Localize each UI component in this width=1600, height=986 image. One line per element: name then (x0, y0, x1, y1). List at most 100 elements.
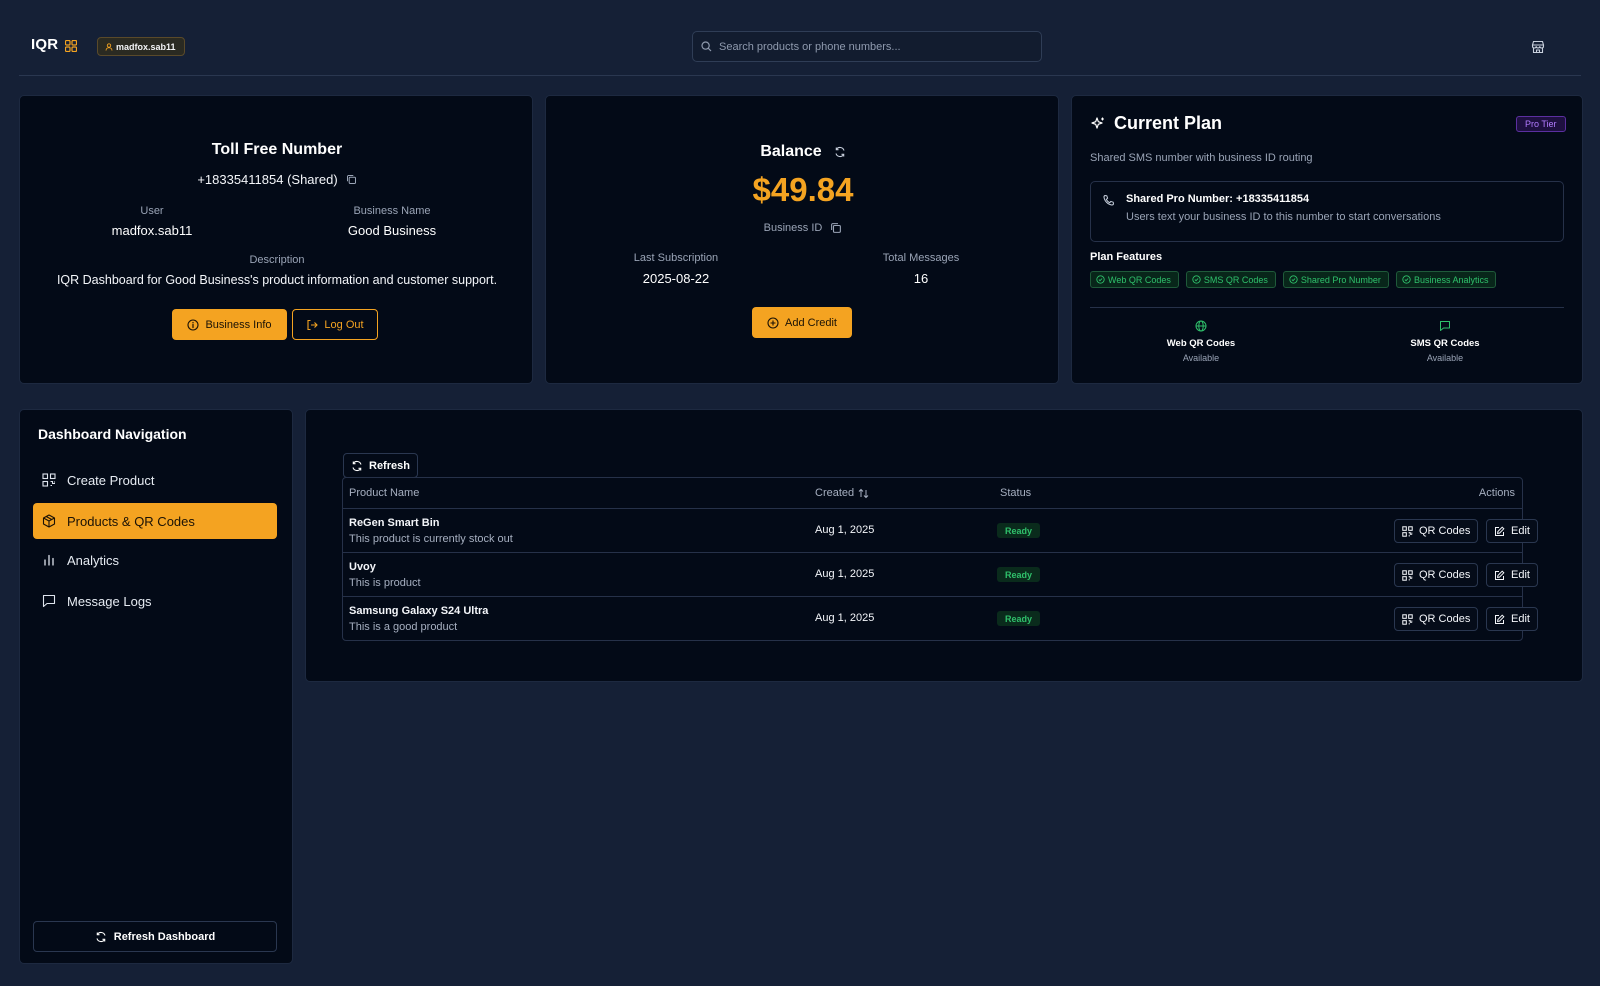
column-header-product-name: Product Name (349, 487, 420, 499)
username-label: madfox.sab11 (116, 41, 176, 52)
edit-icon (1494, 525, 1505, 537)
feature-chip: Shared Pro Number (1282, 271, 1389, 288)
toll-free-number: +18335411854 (Shared) (197, 172, 338, 187)
toll-free-title: Toll Free Number (211, 141, 343, 158)
qr-icon (42, 473, 56, 487)
info-icon (187, 318, 200, 331)
sort-icon (858, 488, 869, 499)
qr-icon (1402, 569, 1413, 581)
feature-chip: SMS QR Codes (1185, 271, 1276, 288)
product-description: This is a good product (349, 621, 458, 633)
copy-icon[interactable] (830, 222, 842, 234)
logout-button[interactable]: Log Out (292, 309, 378, 340)
qr-codes-button[interactable]: QR Codes (1394, 563, 1479, 587)
refresh-icon[interactable] (834, 146, 846, 158)
search-icon (701, 41, 712, 52)
nav-item-products-qr-codes[interactable]: Products & QR Codes (33, 503, 277, 539)
status-badge: Ready (997, 523, 1041, 538)
check-circle-icon (1402, 275, 1411, 284)
description-label: Description (249, 254, 305, 266)
business-id-label: Business ID (763, 222, 823, 234)
refresh-icon (95, 931, 107, 943)
pro-tier-badge: Pro Tier (1516, 116, 1566, 132)
sms-qr-status: Available (1426, 353, 1464, 363)
globe-icon (1195, 320, 1207, 332)
app-logo[interactable]: IQR (31, 36, 58, 53)
shared-number-box: Shared Pro Number: +18335411854 Users te… (1090, 181, 1564, 242)
feature-chip: Business Analytics (1395, 271, 1497, 288)
product-created-date: Aug 1, 2025 (815, 568, 875, 580)
store-icon[interactable] (1531, 40, 1545, 54)
plan-subtitle: Shared SMS number with business ID routi… (1090, 152, 1313, 164)
nav-item-message-logs[interactable]: Message Logs (33, 583, 277, 619)
qr-codes-button[interactable]: QR Codes (1394, 519, 1479, 543)
qr-icon (1402, 613, 1413, 625)
nav-item-analytics[interactable]: Analytics (33, 542, 277, 578)
edit-button[interactable]: Edit (1486, 607, 1538, 631)
product-description: This is product (349, 577, 421, 589)
edit-button[interactable]: Edit (1486, 563, 1538, 587)
nav-title: Dashboard Navigation (38, 426, 187, 442)
sms-qr-label: SMS QR Codes (1410, 338, 1480, 349)
product-created-date: Aug 1, 2025 (815, 524, 875, 536)
check-circle-icon (1289, 275, 1298, 284)
web-qr-status: Available (1182, 353, 1220, 363)
total-messages-label: Total Messages (882, 252, 960, 264)
user-icon (105, 42, 113, 51)
search-input[interactable] (719, 40, 1019, 53)
search-box[interactable] (692, 31, 1042, 62)
box-icon (42, 514, 56, 528)
shared-number-title: Shared Pro Number: +18335411854 (1126, 193, 1310, 205)
edit-icon (1494, 569, 1505, 581)
sparkles-icon (1090, 116, 1106, 132)
dashboard-navigation: Dashboard Navigation Create Product Prod… (19, 409, 293, 964)
qr-codes-button[interactable]: QR Codes (1394, 607, 1479, 631)
edit-icon (1494, 613, 1505, 625)
table-row: Samsung Galaxy S24 Ultra This is a good … (343, 596, 1538, 640)
refresh-products-button[interactable]: Refresh (343, 453, 418, 478)
grid-icon (65, 40, 77, 52)
business-name-value: Good Business (347, 223, 437, 238)
check-circle-icon (1192, 275, 1201, 284)
products-table: Product Name Created Status Actions ReGe… (342, 477, 1538, 641)
user-badge[interactable]: madfox.sab11 (97, 37, 185, 56)
status-badge: Ready (997, 567, 1041, 582)
edit-button[interactable]: Edit (1486, 519, 1538, 543)
refresh-icon (351, 460, 363, 472)
bar-chart-icon (42, 553, 56, 567)
user-label: User (140, 205, 164, 217)
shared-number-desc: Users text your business ID to this numb… (1126, 211, 1441, 223)
product-name: Uvoy (349, 561, 376, 573)
column-header-created[interactable]: Created (815, 487, 869, 499)
nav-item-create-product[interactable]: Create Product (33, 462, 277, 498)
product-description: This product is currently stock out (349, 533, 513, 545)
balance-title: Balance (760, 143, 822, 160)
table-row: ReGen Smart Bin This product is currentl… (343, 508, 1538, 552)
top-header: IQR madfox.sab11 (19, 0, 1581, 76)
qr-icon (1402, 525, 1413, 537)
business-name-label: Business Name (353, 205, 431, 217)
table-row: Uvoy This is product Aug 1, 2025 Ready Q… (343, 552, 1538, 596)
status-badge: Ready (997, 611, 1041, 626)
product-name: ReGen Smart Bin (349, 517, 440, 529)
description-value: IQR Dashboard for Good Business's produc… (56, 273, 498, 287)
plus-circle-icon (767, 316, 779, 329)
column-header-actions: Actions (1478, 487, 1515, 499)
refresh-dashboard-button[interactable]: Refresh Dashboard (33, 921, 277, 952)
check-circle-icon (1096, 275, 1105, 284)
business-info-button[interactable]: Business Info (172, 309, 287, 340)
message-icon (42, 594, 56, 608)
plan-features-label: Plan Features (1090, 251, 1163, 263)
products-panel: Refresh Product Name Created Status Acti… (305, 409, 1583, 682)
total-messages-value: 16 (913, 271, 929, 286)
last-subscription-label: Last Subscription (633, 252, 719, 264)
product-name: Samsung Galaxy S24 Ultra (349, 605, 489, 617)
user-value: madfox.sab11 (111, 223, 193, 238)
copy-icon[interactable] (346, 174, 357, 185)
add-credit-button[interactable]: Add Credit (752, 307, 852, 338)
feature-chip: Web QR Codes (1090, 271, 1179, 288)
product-created-date: Aug 1, 2025 (815, 612, 875, 624)
column-header-status: Status (1000, 487, 1032, 499)
features-list: Web QR Codes SMS QR Codes Shared Pro Num… (1090, 271, 1497, 288)
logout-icon (306, 319, 319, 331)
